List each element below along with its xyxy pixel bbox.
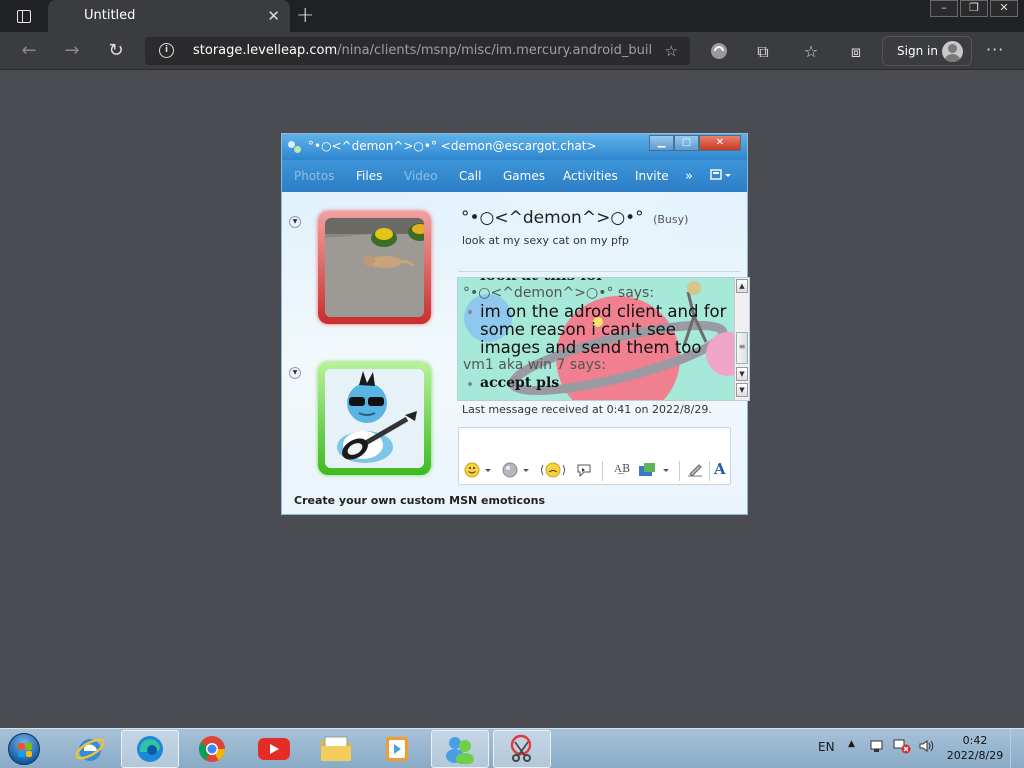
browser-tabstrip: Untitled ✕ + – ❐ ✕	[0, 0, 1024, 32]
chrome-icon[interactable]	[183, 730, 241, 768]
tab-close-icon[interactable]: ✕	[267, 7, 280, 25]
add-favorite-icon[interactable]: ☆	[665, 42, 678, 60]
forward-icon[interactable]: →	[61, 40, 83, 62]
media-player-icon[interactable]	[368, 730, 426, 768]
collections-icon[interactable]: ⧈	[846, 42, 866, 62]
menu-invite[interactable]: Invite	[635, 169, 669, 183]
show-desktop-button[interactable]	[1010, 729, 1024, 768]
volume-icon[interactable]	[918, 738, 934, 757]
browser-toolbar: ← → ↻ i storage.levelleap.com/nina/clien…	[0, 32, 1024, 70]
my-display-picture	[325, 369, 424, 468]
windows-orb-icon	[8, 733, 40, 765]
settings-more-icon[interactable]: ···	[986, 40, 1004, 59]
restore-button[interactable]: ❐	[960, 0, 988, 17]
msn-maximize-button[interactable]: ▢	[674, 135, 699, 151]
taskbar-clock[interactable]: 0:42 2022/8/29	[942, 733, 1008, 763]
window-controls: – ❐ ✕	[930, 0, 1018, 17]
tab-actions-icon[interactable]	[8, 6, 40, 26]
menu-call[interactable]: Call	[459, 169, 481, 183]
last-message-info: Last message received at 0:41 on 2022/8/…	[462, 403, 712, 416]
clock-date: 2022/8/29	[946, 749, 1004, 762]
font-icon[interactable]: A	[714, 460, 726, 478]
font-style-icon[interactable]: A͟B	[614, 462, 630, 475]
clock-time: 0:42	[962, 734, 988, 747]
scroll-up-button[interactable]: ▲	[736, 279, 748, 293]
background-icon[interactable]	[638, 462, 670, 482]
start-button[interactable]	[4, 730, 44, 768]
wink-icon[interactable]	[502, 462, 530, 482]
contact-display-picture	[325, 218, 424, 317]
my-display-picture-frame[interactable]	[318, 362, 431, 475]
refresh-icon[interactable]: ↻	[105, 40, 127, 62]
taskbar: EN ▲ 0:42 2022/8/29	[0, 728, 1024, 768]
chat-history[interactable]: look at this lol °•○<^demon^>○•° says: i…	[457, 277, 750, 401]
chat-message-contact: im on the adrod client and for some reas…	[463, 303, 733, 357]
chat-scrollbar[interactable]: ▲ ≡ ▼ ▼	[734, 278, 749, 400]
profile-avatar-icon	[942, 41, 963, 62]
menu-activities[interactable]: Activities	[563, 169, 618, 183]
action-center-icon[interactable]	[869, 738, 885, 757]
snipping-tool-icon[interactable]	[493, 730, 551, 768]
collapse-my-picture-button[interactable]: ▼	[289, 367, 301, 379]
new-tab-button[interactable]: +	[296, 3, 314, 28]
url-text[interactable]: storage.levelleap.com/nina/clients/msnp/…	[193, 43, 651, 58]
voice-clip-icon[interactable]	[576, 462, 594, 482]
contact-name: °•○<^demon^>○•° (Busy)	[461, 208, 689, 228]
msn-minimize-button[interactable]: ▁	[649, 135, 674, 151]
msn-action-bar: Photos Files Video Call Games Activities…	[282, 160, 747, 192]
sign-in-button[interactable]: Sign in	[882, 36, 972, 66]
msn-close-button[interactable]: ✕	[699, 135, 741, 151]
menu-photos: Photos	[294, 169, 335, 183]
scroll-down-button[interactable]: ▼	[736, 367, 748, 381]
menu-options-icon[interactable]	[710, 168, 732, 185]
close-button[interactable]: ✕	[990, 0, 1018, 17]
contact-status: (Busy)	[653, 213, 689, 226]
show-hidden-icons-icon[interactable]: ▲	[848, 739, 855, 749]
chat-sender-contact: °•○<^demon^>○•° says:	[463, 285, 655, 301]
input-toolbar: A͟B A	[458, 458, 731, 484]
language-indicator[interactable]: EN	[818, 740, 835, 754]
favorites-icon[interactable]: ☆	[801, 42, 821, 61]
chat-messages: look at this lol °•○<^demon^>○•° says: i…	[463, 278, 733, 391]
windows-live-messenger-icon[interactable]	[431, 730, 489, 768]
menu-games[interactable]: Games	[503, 169, 545, 183]
scroll-end-button[interactable]: ▼	[736, 383, 748, 397]
header-divider	[458, 271, 740, 272]
minimize-button[interactable]: –	[930, 0, 958, 17]
scroll-thumb[interactable]: ≡	[736, 332, 748, 364]
extensions-puzzle-icon[interactable]: ⧉	[753, 42, 773, 62]
msn-conversation-window: °•○<^demon^>○•° <demon@escargot.chat> ▁ …	[281, 133, 750, 515]
internet-explorer-icon[interactable]	[61, 730, 119, 768]
messenger-buddies-icon	[288, 140, 302, 154]
footer-advertisement-link[interactable]: Create your own custom MSN emoticons	[294, 494, 545, 507]
msn-window-title: °•○<^demon^>○•° <demon@escargot.chat>	[308, 139, 597, 153]
extension-circle-icon[interactable]	[709, 42, 729, 64]
edge-icon[interactable]	[121, 730, 179, 768]
msn-window-controls: ▁ ▢ ✕	[649, 135, 741, 151]
menu-video: Video	[404, 169, 438, 183]
emoticon-icon[interactable]	[464, 462, 492, 482]
back-icon[interactable]: ←	[18, 40, 40, 62]
msn-titlebar[interactable]: °•○<^demon^>○•° <demon@escargot.chat> ▁ …	[282, 134, 747, 160]
chat-message-self: accept pls	[463, 375, 733, 391]
tab-title: Untitled	[84, 8, 136, 23]
handwriting-icon[interactable]	[686, 462, 704, 482]
nudge-icon[interactable]	[540, 462, 566, 482]
address-bar[interactable]: i storage.levelleap.com/nina/clients/msn…	[145, 37, 690, 65]
site-info-icon[interactable]: i	[159, 43, 174, 58]
youtube-icon[interactable]	[245, 730, 303, 768]
chat-clipped-message: look at this lol	[463, 278, 733, 285]
menu-more-icon[interactable]: »	[685, 169, 693, 184]
collapse-contact-picture-button[interactable]: ▼	[289, 216, 301, 228]
file-explorer-icon[interactable]	[307, 730, 365, 768]
contact-personal-message: look at my sexy cat on my pfp	[462, 234, 629, 247]
chat-sender-self: vm1 aka win 7 says:	[463, 357, 606, 373]
browser-tab[interactable]: Untitled ✕	[48, 0, 290, 32]
network-disconnected-icon[interactable]	[893, 738, 911, 757]
contact-display-picture-frame[interactable]	[318, 211, 431, 324]
menu-files[interactable]: Files	[356, 169, 382, 183]
